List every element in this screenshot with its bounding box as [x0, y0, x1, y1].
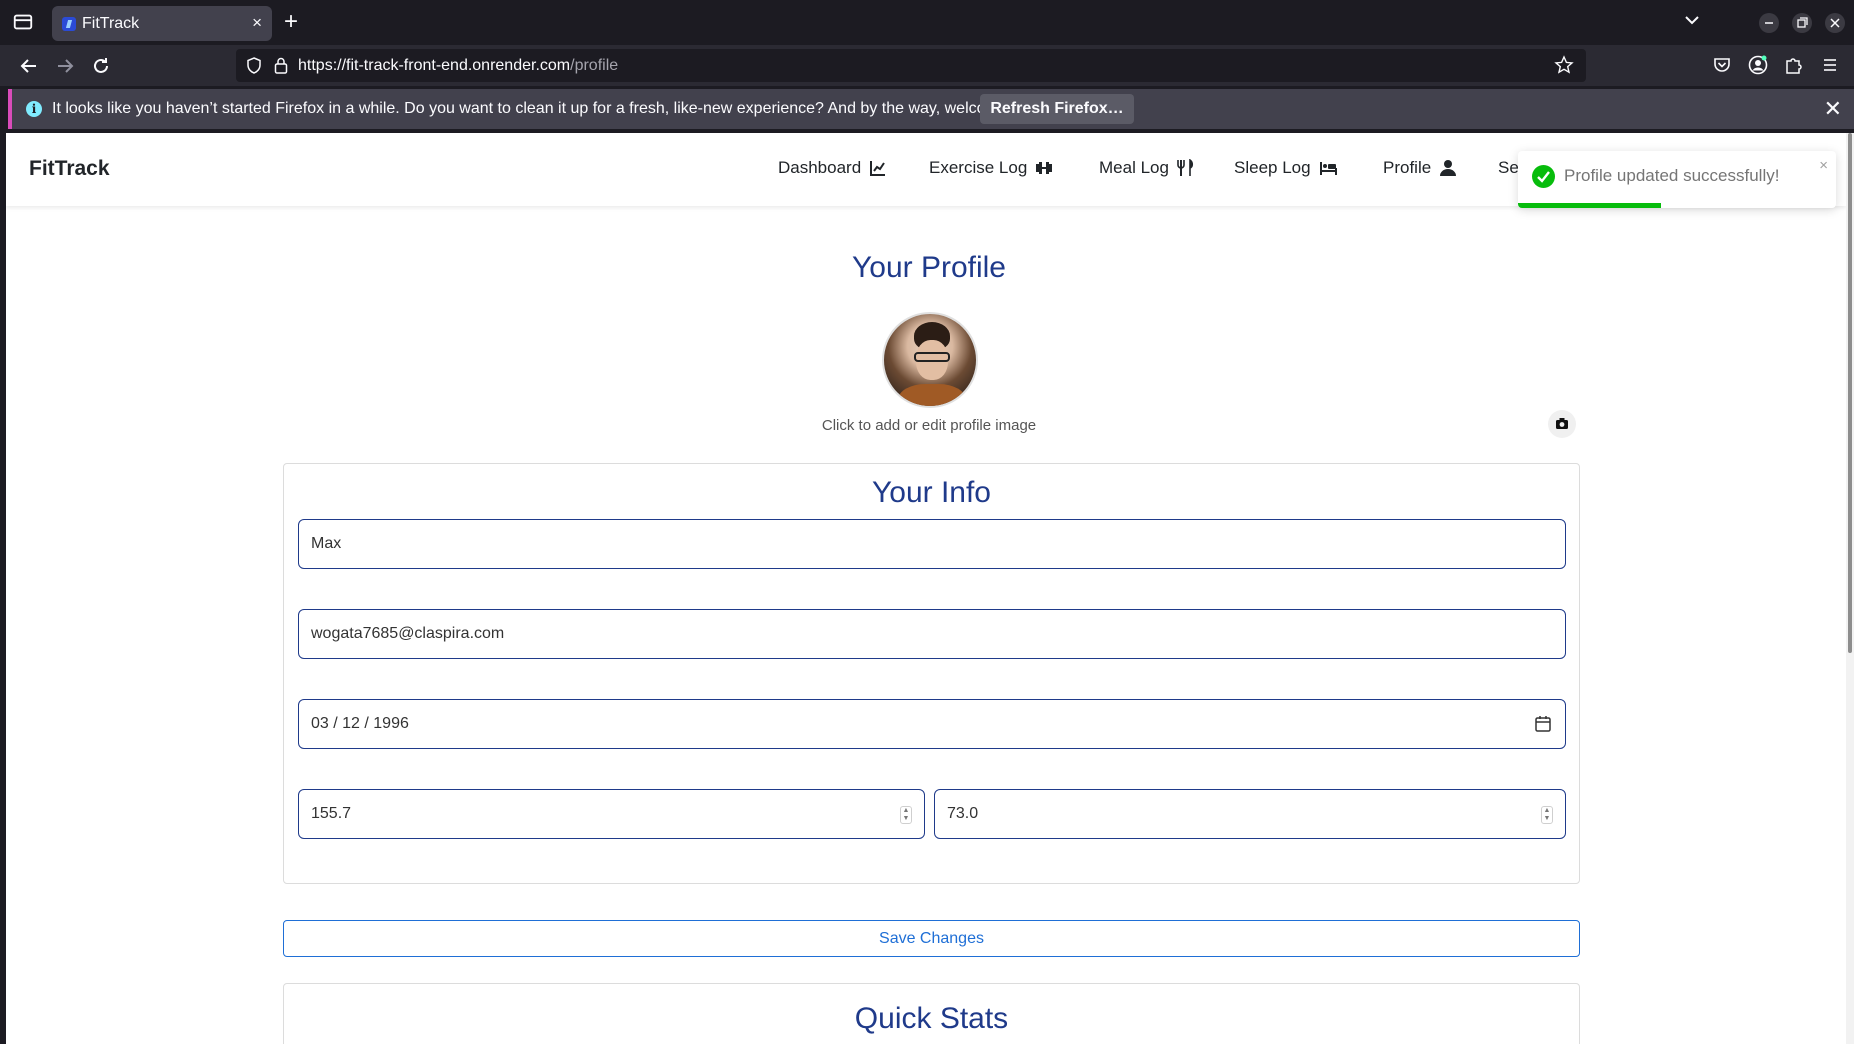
page-viewport: FitTrack Dashboard Exercise Log Meal Log… — [0, 133, 1854, 1044]
save-changes-button[interactable]: Save Changes — [283, 920, 1580, 957]
quick-stats-title: Quick Stats — [854, 1002, 1009, 1035]
quick-stats-card: Quick Stats — [283, 983, 1580, 1044]
birthdate-field[interactable] — [298, 699, 1566, 749]
url-path: /profile — [570, 57, 619, 74]
app-menu-hamburger-icon[interactable] — [1819, 54, 1841, 76]
browser-tab-bar: FitTrack × + — [0, 0, 1854, 45]
nav-profile-label: Profile — [1383, 158, 1432, 177]
tracking-protection-shield-icon[interactable] — [246, 57, 262, 74]
refresh-firefox-button[interactable]: Refresh Firefox… — [980, 94, 1134, 124]
fittrack-favicon-icon — [62, 17, 76, 31]
new-tab-button[interactable]: + — [284, 9, 298, 35]
bookmark-star-icon[interactable] — [1554, 55, 1574, 75]
nav-sleep-log-label: Sleep Log — [1234, 158, 1311, 177]
nav-exercise-log-label: Exercise Log — [929, 158, 1028, 177]
url-host: https://fit-track-front-end.onrender.com — [298, 57, 571, 74]
avatar-glasses — [914, 352, 950, 362]
email-field[interactable] — [298, 609, 1566, 659]
lock-icon[interactable] — [274, 57, 288, 74]
weight-field[interactable]: ▲▼ — [934, 789, 1566, 839]
url-bar[interactable]: https://fit-track-front-end.onrender.com… — [236, 49, 1586, 82]
camera-icon[interactable] — [1548, 410, 1576, 438]
toast-progress-bar — [1518, 203, 1662, 208]
nav-settings[interactable]: Se — [1498, 158, 1519, 178]
name-field[interactable] — [298, 519, 1566, 569]
profile-info-card: Your Info ▲▼ ▲▼ — [283, 463, 1580, 884]
height-spinner-icon[interactable]: ▲ ▼ — [900, 806, 912, 824]
bed-icon — [1319, 162, 1337, 175]
info-icon: i — [26, 101, 42, 117]
tab-title: FitTrack — [82, 15, 140, 32]
extensions-puzzle-icon[interactable] — [1783, 54, 1805, 76]
nav-profile[interactable]: Profile — [1383, 158, 1457, 178]
weight-spinner-icon[interactable]: ▲ ▼ — [1541, 806, 1553, 824]
weight-input[interactable] — [935, 790, 1565, 838]
nav-dashboard[interactable]: Dashboard — [778, 158, 887, 178]
notification-message: It looks like you haven’t started Firefo… — [52, 100, 1051, 117]
app-brand[interactable]: FitTrack — [29, 157, 110, 181]
profile-avatar[interactable] — [882, 312, 978, 408]
height-field[interactable]: ▲▼ — [298, 789, 925, 839]
scrollbar-thumb[interactable] — [1848, 133, 1852, 653]
chart-line-icon — [870, 161, 886, 176]
nav-meal-log-label: Meal Log — [1099, 158, 1169, 177]
birthdate-input[interactable] — [299, 700, 1565, 748]
name-input[interactable] — [299, 520, 1565, 568]
success-check-icon — [1532, 165, 1555, 188]
back-arrow-icon[interactable] — [16, 53, 42, 79]
toast-close-icon[interactable]: × — [1819, 157, 1828, 174]
toast-message: Profile updated successfully! — [1564, 166, 1780, 185]
calendar-icon[interactable] — [1535, 715, 1551, 732]
minimize-window-button[interactable] — [1759, 13, 1779, 33]
close-window-button[interactable] — [1825, 13, 1845, 33]
success-toast[interactable]: Profile updated successfully! × — [1518, 151, 1836, 208]
firefox-view-icon[interactable] — [12, 12, 38, 34]
nav-settings-label: Se — [1498, 158, 1519, 177]
nav-sleep-log[interactable]: Sleep Log — [1234, 158, 1337, 178]
user-icon — [1440, 160, 1457, 176]
reload-icon[interactable] — [88, 53, 114, 79]
email-input[interactable] — [299, 610, 1565, 658]
list-all-tabs-icon[interactable] — [1682, 10, 1702, 30]
page-scrollbar[interactable] — [1846, 133, 1854, 1044]
height-input[interactable] — [299, 790, 924, 838]
tab-close-icon[interactable]: × — [252, 13, 262, 33]
avatar-shirt — [898, 384, 966, 406]
restore-window-button[interactable] — [1792, 13, 1812, 33]
notification-close-icon[interactable]: ✕ — [1824, 96, 1842, 122]
firefox-refresh-notification: i It looks like you haven’t started Fire… — [8, 89, 1854, 129]
page-title: Your Profile — [852, 251, 1006, 284]
browser-tab[interactable]: FitTrack × — [52, 6, 272, 41]
info-card-title: Your Info — [872, 476, 991, 509]
dumbbell-icon — [1036, 162, 1053, 174]
url-text[interactable]: https://fit-track-front-end.onrender.com… — [298, 57, 618, 75]
nav-dashboard-label: Dashboard — [778, 158, 862, 177]
nav-meal-log[interactable]: Meal Log — [1099, 158, 1195, 178]
nav-exercise-log[interactable]: Exercise Log — [929, 158, 1053, 178]
pocket-icon[interactable] — [1711, 54, 1733, 76]
utensils-icon — [1177, 159, 1193, 176]
browser-navigation-bar: https://fit-track-front-end.onrender.com… — [0, 45, 1854, 86]
account-icon[interactable] — [1747, 54, 1769, 76]
forward-arrow-icon[interactable] — [52, 53, 78, 79]
